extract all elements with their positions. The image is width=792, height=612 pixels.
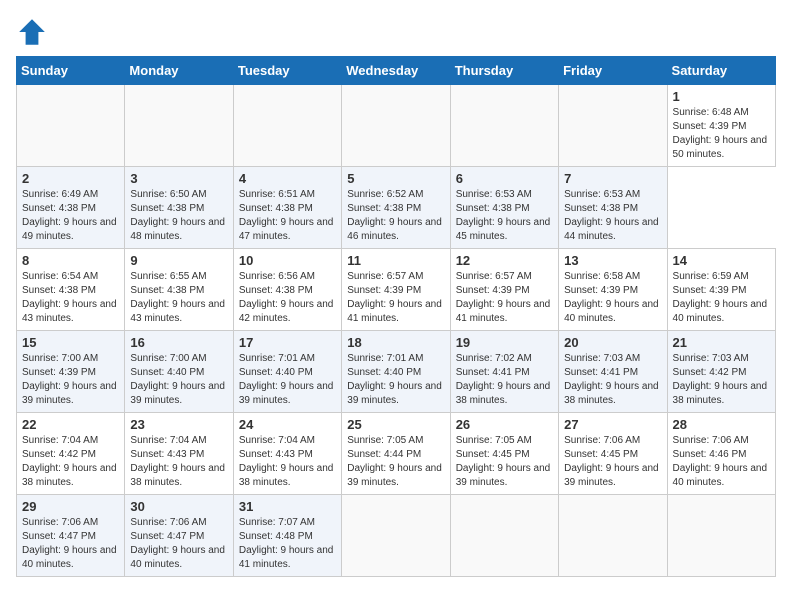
empty-cell (233, 85, 341, 167)
day-cell-25: 25Sunrise: 7:05 AMSunset: 4:44 PMDayligh… (342, 413, 450, 495)
empty-cell (125, 85, 233, 167)
empty-cell (342, 495, 450, 577)
week-row-6: 29Sunrise: 7:06 AMSunset: 4:47 PMDayligh… (17, 495, 776, 577)
day-cell-3: 3Sunrise: 6:50 AMSunset: 4:38 PMDaylight… (125, 167, 233, 249)
day-cell-20: 20Sunrise: 7:03 AMSunset: 4:41 PMDayligh… (559, 331, 667, 413)
day-header-friday: Friday (559, 57, 667, 85)
day-header-saturday: Saturday (667, 57, 775, 85)
day-cell-11: 11Sunrise: 6:57 AMSunset: 4:39 PMDayligh… (342, 249, 450, 331)
empty-cell (17, 85, 125, 167)
day-cell-15: 15Sunrise: 7:00 AMSunset: 4:39 PMDayligh… (17, 331, 125, 413)
day-cell-14: 14Sunrise: 6:59 AMSunset: 4:39 PMDayligh… (667, 249, 775, 331)
page-header (16, 16, 776, 48)
empty-cell (450, 495, 558, 577)
day-cell-10: 10Sunrise: 6:56 AMSunset: 4:38 PMDayligh… (233, 249, 341, 331)
day-cell-30: 30Sunrise: 7:06 AMSunset: 4:47 PMDayligh… (125, 495, 233, 577)
day-cell-26: 26Sunrise: 7:05 AMSunset: 4:45 PMDayligh… (450, 413, 558, 495)
day-cell-17: 17Sunrise: 7:01 AMSunset: 4:40 PMDayligh… (233, 331, 341, 413)
day-cell-24: 24Sunrise: 7:04 AMSunset: 4:43 PMDayligh… (233, 413, 341, 495)
day-cell-21: 21Sunrise: 7:03 AMSunset: 4:42 PMDayligh… (667, 331, 775, 413)
day-cell-6: 6Sunrise: 6:53 AMSunset: 4:38 PMDaylight… (450, 167, 558, 249)
calendar-table: SundayMondayTuesdayWednesdayThursdayFrid… (16, 56, 776, 577)
day-cell-5: 5Sunrise: 6:52 AMSunset: 4:38 PMDaylight… (342, 167, 450, 249)
week-row-5: 22Sunrise: 7:04 AMSunset: 4:42 PMDayligh… (17, 413, 776, 495)
week-row-3: 8Sunrise: 6:54 AMSunset: 4:38 PMDaylight… (17, 249, 776, 331)
week-row-4: 15Sunrise: 7:00 AMSunset: 4:39 PMDayligh… (17, 331, 776, 413)
day-header-monday: Monday (125, 57, 233, 85)
logo-icon (16, 16, 48, 48)
day-cell-8: 8Sunrise: 6:54 AMSunset: 4:38 PMDaylight… (17, 249, 125, 331)
day-header-wednesday: Wednesday (342, 57, 450, 85)
day-header-thursday: Thursday (450, 57, 558, 85)
day-cell-13: 13Sunrise: 6:58 AMSunset: 4:39 PMDayligh… (559, 249, 667, 331)
day-cell-18: 18Sunrise: 7:01 AMSunset: 4:40 PMDayligh… (342, 331, 450, 413)
logo (16, 16, 52, 48)
day-cell-1: 1Sunrise: 6:48 AMSunset: 4:39 PMDaylight… (667, 85, 775, 167)
day-header-row: SundayMondayTuesdayWednesdayThursdayFrid… (17, 57, 776, 85)
day-cell-29: 29Sunrise: 7:06 AMSunset: 4:47 PMDayligh… (17, 495, 125, 577)
day-cell-27: 27Sunrise: 7:06 AMSunset: 4:45 PMDayligh… (559, 413, 667, 495)
day-cell-12: 12Sunrise: 6:57 AMSunset: 4:39 PMDayligh… (450, 249, 558, 331)
empty-cell (559, 495, 667, 577)
day-cell-16: 16Sunrise: 7:00 AMSunset: 4:40 PMDayligh… (125, 331, 233, 413)
day-cell-28: 28Sunrise: 7:06 AMSunset: 4:46 PMDayligh… (667, 413, 775, 495)
day-cell-31: 31Sunrise: 7:07 AMSunset: 4:48 PMDayligh… (233, 495, 341, 577)
day-cell-22: 22Sunrise: 7:04 AMSunset: 4:42 PMDayligh… (17, 413, 125, 495)
empty-cell (559, 85, 667, 167)
day-cell-23: 23Sunrise: 7:04 AMSunset: 4:43 PMDayligh… (125, 413, 233, 495)
empty-cell (450, 85, 558, 167)
week-row-1: 1Sunrise: 6:48 AMSunset: 4:39 PMDaylight… (17, 85, 776, 167)
week-row-2: 2Sunrise: 6:49 AMSunset: 4:38 PMDaylight… (17, 167, 776, 249)
day-cell-19: 19Sunrise: 7:02 AMSunset: 4:41 PMDayligh… (450, 331, 558, 413)
day-header-sunday: Sunday (17, 57, 125, 85)
day-cell-9: 9Sunrise: 6:55 AMSunset: 4:38 PMDaylight… (125, 249, 233, 331)
day-cell-7: 7Sunrise: 6:53 AMSunset: 4:38 PMDaylight… (559, 167, 667, 249)
day-cell-2: 2Sunrise: 6:49 AMSunset: 4:38 PMDaylight… (17, 167, 125, 249)
day-cell-4: 4Sunrise: 6:51 AMSunset: 4:38 PMDaylight… (233, 167, 341, 249)
empty-cell (667, 495, 775, 577)
day-header-tuesday: Tuesday (233, 57, 341, 85)
empty-cell (342, 85, 450, 167)
